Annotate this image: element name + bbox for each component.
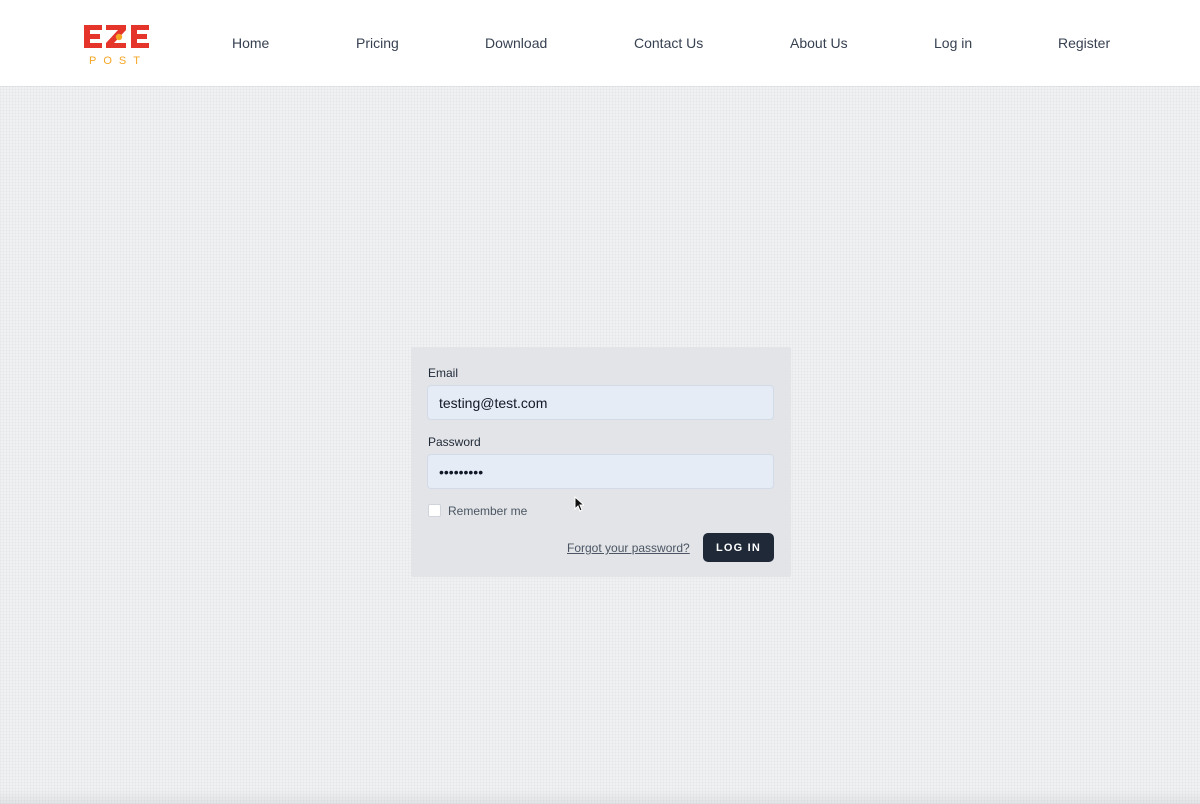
nav-home[interactable]: Home xyxy=(232,35,269,51)
page-bottom-edge xyxy=(0,790,1200,804)
remember-me-checkbox[interactable] xyxy=(428,504,441,517)
password-label: Password xyxy=(428,435,481,449)
login-card: Email Password Remember me Forgot your p… xyxy=(411,347,791,577)
nav-contact-us[interactable]: Contact Us xyxy=(634,35,703,51)
remember-me-label: Remember me xyxy=(448,504,528,518)
mouse-cursor-icon xyxy=(574,495,586,512)
forgot-password-link[interactable]: Forgot your password? xyxy=(567,541,690,555)
site-header: POST Home Pricing Download Contact Us Ab… xyxy=(0,0,1200,86)
logo-subtext: POST xyxy=(89,55,147,67)
email-field[interactable] xyxy=(427,385,774,420)
nav-register[interactable]: Register xyxy=(1058,35,1110,51)
nav-pricing[interactable]: Pricing xyxy=(356,35,399,51)
nav-download[interactable]: Download xyxy=(485,35,547,51)
password-field[interactable] xyxy=(427,454,774,489)
ezepost-logo[interactable]: POST xyxy=(84,20,156,68)
nav-about-us[interactable]: About Us xyxy=(790,35,848,51)
login-button[interactable]: LOG IN xyxy=(703,533,774,562)
nav-log-in[interactable]: Log in xyxy=(934,35,972,51)
email-label: Email xyxy=(428,366,459,380)
